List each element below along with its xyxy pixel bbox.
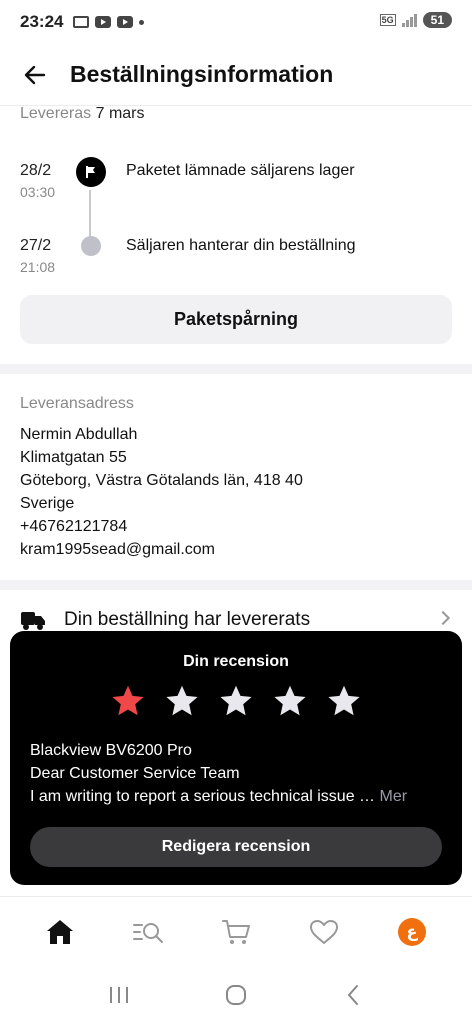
address-country: Sverige [20,495,75,512]
package-tracking-button[interactable]: Paketspårning [20,295,452,344]
arrow-left-icon [24,65,46,84]
recent-apps-icon [109,987,128,1003]
search-list-icon [133,922,163,943]
review-text-truncated: I am writing to report a serious technic… [30,788,376,805]
truck-icon [21,612,45,630]
timeline-time: 21:08 [20,259,56,275]
address-city: Göteborg, Västra Götalands län, 418 40 [20,472,303,489]
review-title: Din recension [183,653,289,670]
cart-icon [222,919,250,944]
nav-account[interactable]: ع [392,912,432,952]
timeline-text: Paketet lämnade säljarens lager [126,162,355,179]
timeline-date: 27/2 [20,237,52,254]
delivery-date: 7 mars [95,105,145,122]
review-text-line: Dear Customer Service Team [30,765,240,782]
address-phone: +46762121784 [20,518,128,535]
star-rating[interactable] [10,683,462,719]
home-icon [47,919,73,944]
battery-indicator: 51 [422,12,452,28]
review-product-name: Blackview BV6200 Pro [30,742,192,759]
review-popup: Din recension Blackview BV6200 Pro Dear … [10,631,462,885]
avatar: ع [398,917,426,946]
chevron-right-icon [435,610,451,626]
flag-icon [76,157,106,187]
more-notifications-icon [139,19,145,25]
youtube-icon [117,16,134,28]
back-system-button[interactable] [338,980,368,1010]
signal-icon [401,13,417,27]
status-bar: 23:24 5G 51 [0,0,472,44]
review-more-link[interactable]: Mer [379,788,407,805]
home-button[interactable] [221,980,251,1010]
star-icon[interactable] [164,683,200,719]
address-name: Nermin Abdullah [20,426,138,443]
status-right: 5G 51 [379,12,452,28]
edit-review-button[interactable]: Redigera recension [30,827,442,867]
heart-icon [310,919,338,944]
system-nav [0,966,472,1024]
star-icon[interactable] [272,683,308,719]
nav-categories[interactable] [128,912,168,952]
timeline-text: Säljaren hanterar din beställning [126,237,356,254]
chevron-left-icon [347,985,359,1005]
section-divider [0,364,472,374]
delivery-label: Levereras [20,105,92,122]
review-text-line: I am writing to report a serious technic… [30,788,407,806]
nav-home[interactable] [40,912,80,952]
address-email: kram1995sead@gmail.com [20,541,215,558]
status-time: 23:24 [20,12,64,31]
home-circle-icon [225,985,246,1005]
screenshot-icon [73,16,90,28]
address-label: Leveransadress [20,395,134,412]
nav-cart[interactable] [216,912,256,952]
timeline-time: 03:30 [20,184,56,200]
nav-wishlist[interactable] [304,912,344,952]
timeline-dot [81,236,101,256]
timeline-date: 28/2 [20,162,52,179]
star-icon[interactable] [110,683,146,719]
status-notification-icons [73,16,145,28]
network-label: 5G [379,14,396,26]
star-icon[interactable] [326,683,362,719]
address-street: Klimatgatan 55 [20,449,127,466]
delivery-status-text: Din beställning har levererats [64,609,311,630]
delivery-estimate: Levereras 7 mars [20,105,145,123]
youtube-icon [95,16,112,28]
section-divider [0,580,472,590]
bottom-nav: ع [0,896,472,966]
timeline-item: 27/2 21:08 Säljaren hanterar din beställ… [20,236,460,287]
recent-apps-button[interactable] [104,980,134,1010]
back-button[interactable] [0,44,70,106]
star-icon[interactable] [218,683,254,719]
timeline-item: 28/2 03:30 Paketet lämnade säljarens lag… [20,157,460,212]
header: Beställningsinformation [0,44,472,106]
page-title: Beställningsinformation [70,61,334,87]
